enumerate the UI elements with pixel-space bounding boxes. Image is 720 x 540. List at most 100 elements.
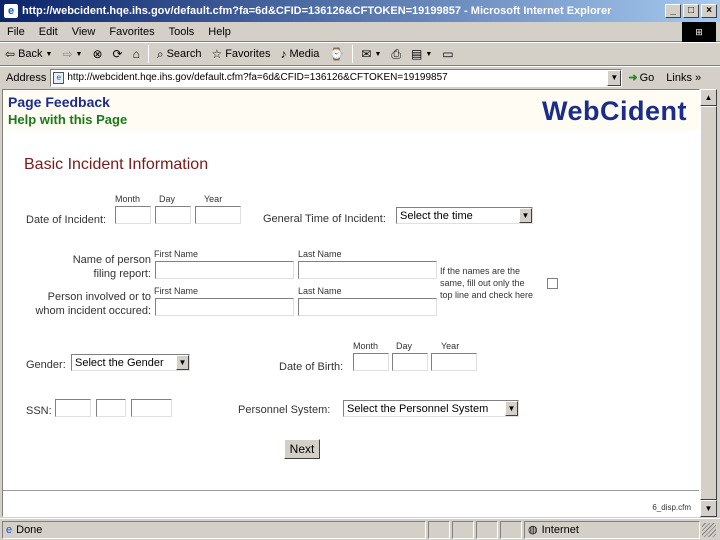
same-names-checkbox[interactable] [547,278,558,289]
discuss-button[interactable]: ▭ [437,47,458,61]
status-text-cell: e Done [2,520,426,539]
page-feedback-link[interactable]: Page Feedback [8,94,110,110]
reporter-label-line2: filing report: [93,268,151,280]
involved-last-label: Last Name [298,286,342,296]
dob-day-input[interactable] [392,353,428,371]
reporter-last-label: Last Name [298,249,342,259]
help-link[interactable]: Help with this Page [8,112,127,127]
file-name-note: 6_disp.cfm [652,503,691,512]
resize-grip-icon[interactable] [702,522,716,537]
scroll-down-icon[interactable]: ▼ [700,500,717,517]
personnel-system-select[interactable]: Select the Personnel System ▼ [343,400,519,417]
refresh-icon: ⟳ [112,47,123,61]
status-empty-cell [452,520,474,539]
incident-day-label: Day [159,194,176,204]
menu-edit[interactable]: Edit [32,26,65,38]
general-time-label: General Time of Incident: [263,213,386,225]
go-button[interactable]: ➜ Go [628,71,655,85]
menu-file[interactable]: File [0,26,32,38]
dob-month-label: Month [353,341,379,351]
same-names-note-line3: top line and check here [440,290,534,300]
dob-year-input[interactable] [431,353,477,371]
links-button[interactable]: Links » [666,72,701,84]
stop-button[interactable]: ⊗ [87,47,107,61]
back-label: Back [18,48,43,60]
toolbar-separator [352,45,354,63]
involved-first-name-input[interactable] [155,298,294,316]
search-button[interactable]: ⌕ Search [152,47,207,62]
ssn-part1-input[interactable] [55,399,91,417]
address-input[interactable]: e http://webcident.hqe.ihs.gov/default.c… [50,68,623,87]
menu-help[interactable]: Help [201,26,238,38]
menu-bar: File Edit View Favorites Tools Help [0,22,720,42]
back-button[interactable]: ⇦ Back ▼ [0,47,57,61]
involved-first-label: First Name [154,286,199,296]
general-time-selected: Select the time [400,209,473,222]
menu-favorites[interactable]: Favorites [102,26,161,38]
forward-button[interactable]: ⇨ ▼ [57,47,87,61]
involved-label-line2: whom incident occured: [35,305,151,317]
stop-icon: ⊗ [92,47,103,61]
menu-view[interactable]: View [65,26,103,38]
page-icon: e [53,71,65,84]
address-url: http://webcident.hqe.ihs.gov/default.cfm… [67,72,448,83]
next-button[interactable]: Next [284,439,320,459]
zone-text: Internet [541,523,579,536]
chevron-down-icon: ▼ [505,401,518,416]
refresh-button[interactable]: ⟳ [108,47,128,61]
dob-month-input[interactable] [353,353,389,371]
favorites-button[interactable]: ☆ Favorites [206,47,275,61]
brand-logo: WebCident [542,96,687,126]
dropdown-arrow-icon: ▼ [425,50,433,58]
toolbar-separator [147,45,149,63]
chevron-down-icon: ▼ [176,355,189,370]
minimize-button[interactable]: _ [665,4,681,18]
window-title: http://webcident.hqe.ihs.gov/default.cfm… [22,5,612,17]
mail-button[interactable]: ✉ ▼ [356,47,386,61]
gender-select[interactable]: Select the Gender ▼ [71,354,190,371]
status-empty-cell [500,520,522,539]
close-button[interactable]: × [701,4,717,18]
address-label: Address [6,71,47,84]
status-bar: e Done ◍ Internet [0,518,720,540]
home-button[interactable]: ⌂ [128,47,145,61]
address-dropdown-button[interactable]: ▼ [607,69,622,86]
maximize-button[interactable]: □ [683,4,699,18]
back-arrow-icon: ⇦ [5,47,16,61]
page-done-icon: e [6,523,13,536]
incident-year-label: Year [204,194,223,204]
general-time-select[interactable]: Select the time ▼ [396,207,533,224]
reporter-first-name-input[interactable] [155,261,294,279]
dropdown-arrow-icon: ▼ [45,50,53,58]
reporter-last-name-input[interactable] [298,261,437,279]
vertical-scrollbar[interactable]: ▲ ▼ [700,89,717,517]
reporter-label-line1: Name of person [72,254,151,266]
gender-selected: Select the Gender [75,356,164,369]
incident-year-input[interactable] [195,206,241,224]
incident-month-input[interactable] [115,206,151,224]
status-empty-cell [428,520,450,539]
menu-tools[interactable]: Tools [162,26,202,38]
go-label: Go [639,71,655,84]
edit-button[interactable]: ▤ ▼ [406,47,437,61]
scroll-thumb[interactable] [700,106,717,500]
media-button[interactable]: ♪ Media [275,47,324,61]
incident-day-input[interactable] [155,206,191,224]
search-icon: ⌕ [156,46,164,61]
favorites-label: Favorites [225,48,271,60]
favorites-star-icon: ☆ [211,47,223,61]
involved-last-name-input[interactable] [298,298,437,316]
ssn-part3-input[interactable] [131,399,172,417]
status-empty-cell [476,520,498,539]
ssn-part2-input[interactable] [96,399,126,417]
history-button[interactable]: ⌚ [324,47,349,61]
same-names-note-line1: If the names are the [440,266,521,276]
dob-day-label: Day [396,341,413,351]
incident-month-label: Month [115,194,141,204]
date-of-incident-label: Date of Incident: [26,214,107,226]
dropdown-arrow-icon: ▼ [75,50,83,58]
page-header: Page Feedback Help with this Page WebCid… [3,90,699,130]
scroll-up-icon[interactable]: ▲ [700,89,717,106]
print-button[interactable]: ⎙ [386,47,406,62]
ie-logo-icon: e [4,4,18,18]
